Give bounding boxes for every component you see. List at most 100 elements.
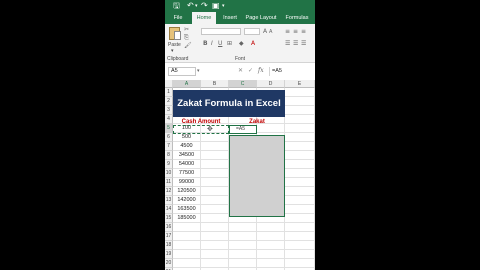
grid-cell[interactable] (285, 205, 315, 214)
grid-cell[interactable] (201, 133, 229, 142)
cash-value-cell[interactable]: 500 (173, 133, 201, 142)
fill-color-icon[interactable]: ◆ (239, 40, 244, 47)
customize-qat-icon[interactable]: ▾ (222, 1, 225, 11)
borders-icon[interactable]: ⊞ (227, 40, 232, 47)
cash-value-cell[interactable]: 142000 (173, 196, 201, 205)
grid-cell[interactable] (201, 232, 229, 241)
row-header[interactable]: 7 (165, 142, 173, 151)
grid-cell[interactable] (173, 232, 201, 241)
row-header[interactable]: 2 (165, 97, 173, 106)
font-color-icon[interactable]: A (251, 40, 255, 47)
decrease-font-icon[interactable]: A (269, 29, 272, 35)
row-header[interactable]: 6 (165, 133, 173, 142)
select-all-corner[interactable] (165, 80, 173, 88)
row-header[interactable]: 20 (165, 259, 173, 268)
grid-cell[interactable] (285, 187, 315, 196)
grid-cell[interactable] (201, 178, 229, 187)
column-header[interactable]: E (285, 80, 315, 88)
cash-value-cell[interactable]: 99000 (173, 178, 201, 187)
grid-cell[interactable] (201, 151, 229, 160)
grid-cell[interactable] (201, 241, 229, 250)
row-header[interactable]: 10 (165, 169, 173, 178)
grid-cell[interactable] (285, 142, 315, 151)
align-right-icon[interactable]: ☰ (301, 40, 306, 47)
bold-button[interactable]: B (203, 40, 208, 47)
window-layout-icon[interactable]: ▣ (212, 1, 220, 11)
row-header[interactable]: 8 (165, 151, 173, 160)
tab-home[interactable]: Home (192, 12, 216, 24)
tab-page-layout[interactable]: Page Layout (244, 12, 278, 24)
font-size-select[interactable] (244, 28, 260, 35)
grid-cell[interactable] (257, 241, 285, 250)
grid-cell[interactable] (201, 214, 229, 223)
column-header[interactable]: C (229, 80, 257, 88)
cut-icon[interactable]: ✂ (184, 26, 189, 33)
tab-file[interactable]: File (169, 12, 187, 24)
row-header[interactable]: 17 (165, 232, 173, 241)
grid-cell[interactable] (285, 232, 315, 241)
align-top-icon[interactable]: ≡ (285, 28, 290, 35)
format-painter-icon[interactable]: 🖌 (184, 42, 192, 49)
cash-value-cell[interactable]: 4500 (173, 142, 201, 151)
grid-cell[interactable] (285, 250, 315, 259)
grid-cell[interactable] (285, 259, 315, 268)
grid-cell[interactable] (285, 124, 315, 133)
grid-cell[interactable] (229, 232, 257, 241)
row-header[interactable]: 1 (165, 88, 173, 97)
row-header[interactable]: 11 (165, 178, 173, 187)
row-header[interactable]: 5 (165, 124, 173, 133)
row-header[interactable]: 15 (165, 214, 173, 223)
cash-value-cell[interactable]: 163500 (173, 205, 201, 214)
row-header[interactable]: 19 (165, 250, 173, 259)
row-header[interactable]: 14 (165, 205, 173, 214)
grid-cell[interactable] (201, 160, 229, 169)
grid-cell[interactable] (257, 250, 285, 259)
italic-button[interactable]: I (211, 40, 213, 47)
enter-icon[interactable]: ✓ (248, 67, 253, 74)
grid-cell[interactable] (285, 97, 315, 106)
grid-cell[interactable] (285, 241, 315, 250)
grid-cell[interactable] (201, 187, 229, 196)
column-header[interactable]: B (201, 80, 229, 88)
grid-cell[interactable] (285, 223, 315, 232)
grid-cell[interactable] (173, 241, 201, 250)
grid-cell[interactable] (257, 259, 285, 268)
tab-insert[interactable]: Insert (220, 12, 240, 24)
cash-value-cell[interactable]: 120500 (173, 187, 201, 196)
paste-dropdown-icon[interactable]: ▾ (171, 48, 174, 54)
grid-cell[interactable] (257, 223, 285, 232)
align-middle-icon[interactable]: ≡ (293, 28, 298, 35)
active-cell-editor[interactable]: =A5 (229, 125, 257, 134)
align-left-icon[interactable]: ☰ (285, 40, 290, 47)
align-center-icon[interactable]: ☰ (293, 40, 298, 47)
insert-function-icon[interactable]: fx (258, 67, 264, 74)
align-bottom-icon[interactable]: ≡ (301, 28, 306, 35)
undo-dropdown-icon[interactable]: ▾ (195, 1, 198, 11)
row-header[interactable]: 9 (165, 160, 173, 169)
cash-value-cell[interactable]: 54000 (173, 160, 201, 169)
grid-cell[interactable] (285, 88, 315, 97)
font-name-select[interactable] (201, 28, 241, 35)
save-icon[interactable]: 🖫 (173, 1, 180, 11)
increase-font-icon[interactable]: A (263, 28, 267, 35)
row-header[interactable]: 18 (165, 241, 173, 250)
cash-value-cell[interactable]: 77500 (173, 169, 201, 178)
grid-cell[interactable] (201, 196, 229, 205)
name-box-dropdown-icon[interactable]: ▾ (197, 68, 200, 74)
grid-cell[interactable] (285, 196, 315, 205)
row-header[interactable]: 3 (165, 106, 173, 115)
undo-icon[interactable]: ↶ (187, 1, 194, 11)
zakat-selected-range[interactable] (229, 135, 285, 217)
grid-cell[interactable] (285, 169, 315, 178)
grid-cell[interactable] (285, 151, 315, 160)
cancel-icon[interactable]: ✕ (238, 67, 243, 74)
grid-cell[interactable] (285, 133, 315, 142)
row-header[interactable]: 4 (165, 115, 173, 124)
grid-cell[interactable] (201, 259, 229, 268)
paste-button-label[interactable]: Paste (168, 42, 181, 48)
grid-cell[interactable] (173, 250, 201, 259)
grid-cell[interactable] (201, 205, 229, 214)
grid-cell[interactable] (201, 250, 229, 259)
grid-cell[interactable] (285, 160, 315, 169)
column-header[interactable]: D (257, 80, 285, 88)
